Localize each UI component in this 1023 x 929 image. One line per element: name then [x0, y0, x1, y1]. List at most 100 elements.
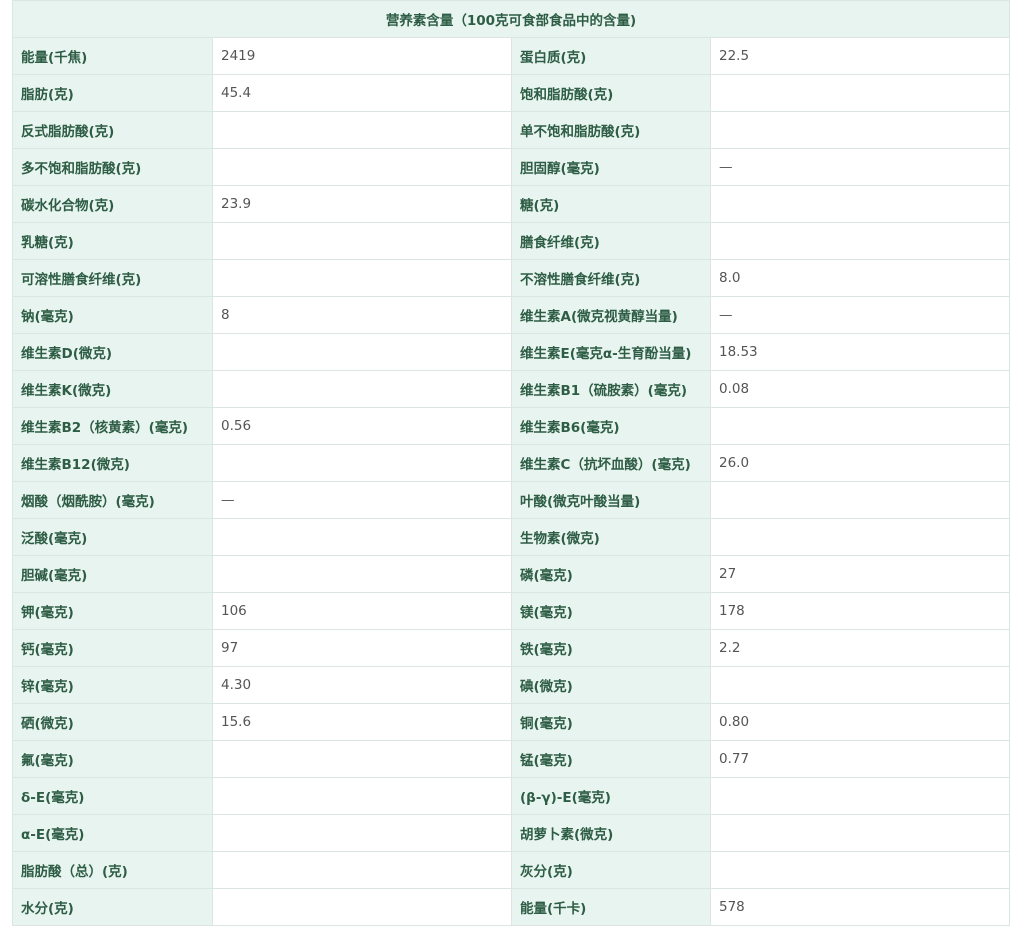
nutrient-label: 叶酸(微克叶酸当量) — [511, 481, 711, 519]
table-row: 泛酸(毫克) 生物素(微克) — [12, 518, 1011, 556]
table-row: 可溶性膳食纤维(克) 不溶性膳食纤维(克) 8.0 — [12, 259, 1011, 297]
nutrient-value — [709, 814, 1011, 852]
nutrient-value: 27 — [709, 555, 1011, 593]
nutrient-value — [709, 111, 1011, 149]
nutrient-label: 烟酸（烟酰胺）(毫克) — [12, 481, 213, 519]
table-row: 钾(毫克) 106 镁(毫克) 178 — [12, 592, 1011, 630]
table-row: 反式脂肪酸(克) 单不饱和脂肪酸(克) — [12, 111, 1011, 149]
table-row: 脂肪(克) 45.4 饱和脂肪酸(克) — [12, 74, 1011, 112]
nutrient-label: 脂肪(克) — [12, 74, 213, 112]
nutrient-value: — — [709, 148, 1011, 186]
nutrient-label: 铁(毫克) — [511, 629, 711, 667]
table-header-row: 营养素含量（100克可食部食品中的含量) — [11, 0, 1011, 38]
nutrient-value — [212, 555, 512, 593]
nutrient-label: (β-γ)-E(毫克) — [511, 777, 711, 815]
nutrient-label: 生物素(微克) — [511, 518, 711, 556]
nutrient-label: 维生素A(微克视黄醇当量) — [511, 296, 711, 334]
nutrient-label: 氟(毫克) — [12, 740, 213, 778]
nutrient-label: 饱和脂肪酸(克) — [511, 74, 711, 112]
table-row: δ-E(毫克) (β-γ)-E(毫克) — [12, 777, 1011, 815]
nutrient-label: 碳水化合物(克) — [12, 185, 213, 223]
nutrient-label: 铜(毫克) — [511, 703, 711, 741]
nutrient-label: 维生素D(微克) — [12, 333, 213, 371]
nutrient-value — [709, 185, 1011, 223]
nutrient-value — [212, 222, 512, 260]
table-row: 维生素B2（核黄素）(毫克) 0.56 维生素B6(毫克) — [12, 407, 1011, 445]
table-row: 胆碱(毫克) 磷(毫克) 27 — [12, 555, 1011, 593]
nutrient-value: 23.9 — [212, 185, 512, 223]
nutrient-value — [212, 740, 512, 778]
nutrient-value: — — [212, 481, 512, 519]
nutrient-label: 可溶性膳食纤维(克) — [12, 259, 213, 297]
nutrient-label: 维生素C（抗坏血酸）(毫克) — [511, 444, 711, 482]
nutrient-label: 硒(微克) — [12, 703, 213, 741]
nutrient-value — [212, 444, 512, 482]
table-row: 能量(千焦) 2419 蛋白质(克) 22.5 — [12, 37, 1011, 75]
nutrient-label: 维生素B1（硫胺素）(毫克) — [511, 370, 711, 408]
nutrient-label: 能量(千焦) — [12, 37, 213, 75]
nutrient-value — [709, 777, 1011, 815]
table-row: 乳糖(克) 膳食纤维(克) — [12, 222, 1011, 260]
nutrient-value: 8 — [212, 296, 512, 334]
nutrient-value: — — [709, 296, 1011, 334]
nutrient-value: 4.30 — [212, 666, 512, 704]
nutrient-value: 578 — [709, 888, 1011, 926]
nutrient-value — [212, 333, 512, 371]
nutrient-label: 胡萝卜素(微克) — [511, 814, 711, 852]
nutrient-value: 45.4 — [212, 74, 512, 112]
table-row: 钠(毫克) 8 维生素A(微克视黄醇当量) — — [12, 296, 1011, 334]
nutrient-value — [212, 518, 512, 556]
nutrient-label: 镁(毫克) — [511, 592, 711, 630]
nutrient-value: 15.6 — [212, 703, 512, 741]
nutrient-label: 多不饱和脂肪酸(克) — [12, 148, 213, 186]
nutrient-label: 锌(毫克) — [12, 666, 213, 704]
nutrient-label: 灰分(克) — [511, 851, 711, 889]
nutrient-label: 碘(微克) — [511, 666, 711, 704]
nutrient-value: 2.2 — [709, 629, 1011, 667]
nutrient-label: 维生素E(毫克α-生育酚当量) — [511, 333, 711, 371]
table-row: 水分(克) 能量(千卡) 578 — [12, 888, 1011, 926]
nutrient-value — [709, 666, 1011, 704]
table-row: α-E(毫克) 胡萝卜素(微克) — [12, 814, 1011, 852]
nutrient-value — [709, 74, 1011, 112]
nutrient-value: 18.53 — [709, 333, 1011, 371]
nutrient-value: 97 — [212, 629, 512, 667]
nutrient-label: 维生素B2（核黄素）(毫克) — [12, 407, 213, 445]
nutrient-label: 反式脂肪酸(克) — [12, 111, 213, 149]
table-row: 氟(毫克) 锰(毫克) 0.77 — [12, 740, 1011, 778]
nutrient-value: 22.5 — [709, 37, 1011, 75]
nutrient-value — [709, 222, 1011, 260]
nutrient-label: 不溶性膳食纤维(克) — [511, 259, 711, 297]
nutrient-value — [212, 148, 512, 186]
nutrient-label: 钠(毫克) — [12, 296, 213, 334]
nutrient-value: 0.80 — [709, 703, 1011, 741]
nutrient-label: 钾(毫克) — [12, 592, 213, 630]
table-row: 碳水化合物(克) 23.9 糖(克) — [12, 185, 1011, 223]
nutrient-label: 脂肪酸（总）(克) — [12, 851, 213, 889]
table-row: 硒(微克) 15.6 铜(毫克) 0.80 — [12, 703, 1011, 741]
nutrient-label: 锰(毫克) — [511, 740, 711, 778]
nutrient-label: 胆固醇(毫克) — [511, 148, 711, 186]
nutrient-value: 106 — [212, 592, 512, 630]
nutrient-value — [709, 481, 1011, 519]
nutrient-value — [709, 407, 1011, 445]
table-row: 维生素D(微克) 维生素E(毫克α-生育酚当量) 18.53 — [12, 333, 1011, 371]
nutrient-value: 0.77 — [709, 740, 1011, 778]
nutrient-label: 水分(克) — [12, 888, 213, 926]
nutrient-label: δ-E(毫克) — [12, 777, 213, 815]
nutrient-value: 2419 — [212, 37, 512, 75]
nutrient-value: 26.0 — [709, 444, 1011, 482]
nutrient-value: 0.56 — [212, 407, 512, 445]
nutrition-table: 营养素含量（100克可食部食品中的含量) 能量(千焦) 2419 蛋白质(克) 22.… — [11, 0, 1011, 926]
nutrient-label: 蛋白质(克) — [511, 37, 711, 75]
nutrient-value — [709, 518, 1011, 556]
nutrient-label: 能量(千卡) — [511, 888, 711, 926]
nutrient-value: 0.08 — [709, 370, 1011, 408]
nutrient-value — [212, 111, 512, 149]
nutrient-value — [212, 851, 512, 889]
nutrient-value — [212, 259, 512, 297]
nutrient-value — [212, 814, 512, 852]
nutrient-label: 乳糖(克) — [12, 222, 213, 260]
table-row: 脂肪酸（总）(克) 灰分(克) — [12, 851, 1011, 889]
table-row: 锌(毫克) 4.30 碘(微克) — [12, 666, 1011, 704]
